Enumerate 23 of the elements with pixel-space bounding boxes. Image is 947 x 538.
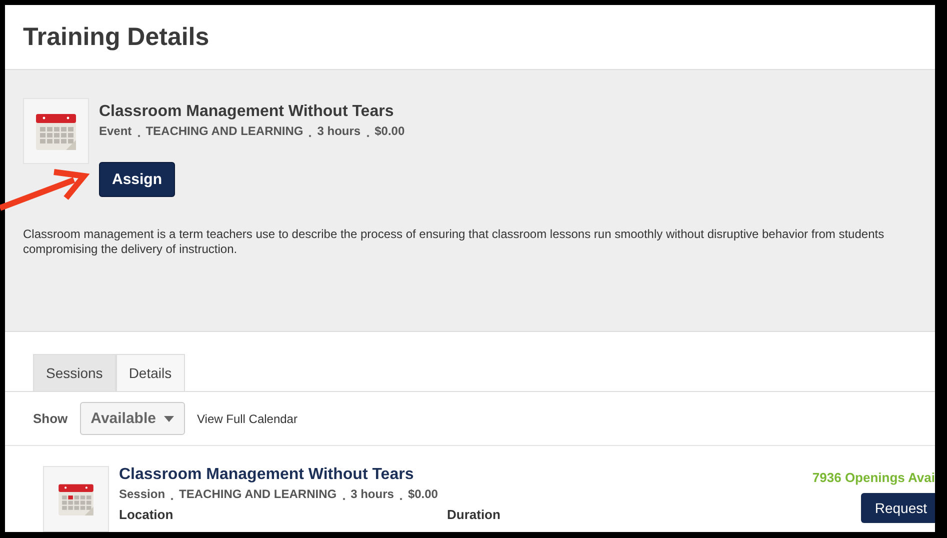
column-label: Location [119,507,174,522]
status-dropdown[interactable]: Available [80,402,185,435]
meta-text: $0.00 [408,487,438,501]
openings-text: 7936 Openings Avai [812,470,935,485]
meta-text: 3 hours [317,124,361,138]
meta-text: Session [119,487,166,501]
assign-button[interactable]: Assign [99,162,176,197]
show-label: Show [33,411,68,426]
tab[interactable]: Details [116,354,185,391]
meta-text: TEACHING AND LEARNING [146,124,304,138]
meta-text: 3 hours [350,487,394,501]
tab[interactable]: Sessions [33,354,116,391]
meta-text: Event [99,124,132,138]
calendar-link[interactable]: View Full Calendar [196,412,298,426]
session-title[interactable]: Classroom Management Without Tears [119,466,802,484]
meta-text: $0.00 [374,124,405,138]
request-button[interactable]: Request [860,493,935,523]
column-label: Duration [447,507,500,522]
description-text: Classroom management is a term teachers use to describe the process of ensuring that classroom lessons run smoothly without disruptive behavior from students compromising the delivery of instruction. [23,227,886,257]
training-title: Classroom Management Without Tears [99,103,395,121]
caret-icon [164,416,174,422]
page-title: Training Details [23,22,210,52]
meta-text: TEACHING AND LEARNING [179,487,337,501]
